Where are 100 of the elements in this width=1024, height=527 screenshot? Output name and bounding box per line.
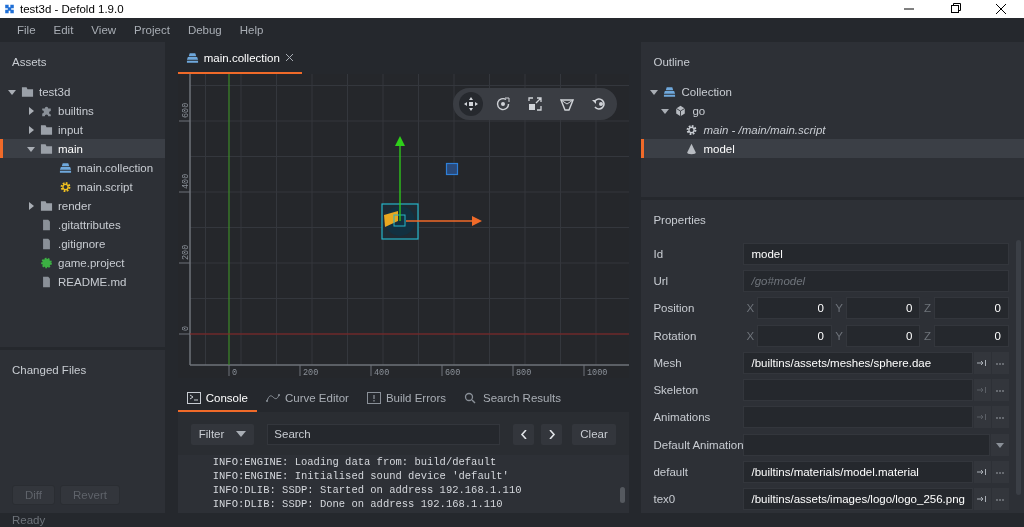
marker-square[interactable]	[445, 162, 458, 175]
gear-icon	[59, 180, 72, 193]
goto-button[interactable]	[974, 351, 991, 374]
goto-button[interactable]	[974, 461, 991, 483]
tree-item[interactable]: main	[0, 139, 166, 158]
clear-button[interactable]: Clear	[572, 424, 616, 445]
tree-label: Collection	[681, 85, 732, 98]
tree-item[interactable]: go	[641, 101, 1024, 120]
menu-item[interactable]: Help	[230, 24, 273, 36]
tree-label: .gitattributes	[58, 218, 121, 231]
browse-button[interactable]	[992, 488, 1009, 511]
tree-item[interactable]: game.project	[0, 253, 166, 272]
expand-arrow-icon[interactable]	[661, 106, 670, 115]
previous-button[interactable]	[513, 424, 535, 445]
menu-item[interactable]: Edit	[44, 24, 83, 36]
scene-viewport[interactable]: 0 200 400 600 800 1000 0 200 400 600	[177, 73, 629, 378]
ruler-label: 200	[302, 367, 319, 378]
close-icon[interactable]	[284, 53, 294, 62]
number-field[interactable]: 0	[934, 297, 1009, 320]
property-label: Mesh	[653, 356, 683, 369]
expand-arrow-icon[interactable]	[650, 87, 659, 96]
axis-label: Y	[834, 302, 844, 315]
tree-item[interactable]: input	[0, 120, 166, 139]
tree-label: builtins	[58, 104, 94, 117]
goto-icon	[977, 385, 988, 396]
number-field[interactable]: 0	[934, 324, 1009, 347]
text-field[interactable]: model	[743, 242, 1009, 265]
browse-button[interactable]	[992, 379, 1009, 402]
collapse-arrow-icon[interactable]	[27, 125, 35, 134]
number-field[interactable]: 0	[757, 324, 832, 347]
tree-item[interactable]: model	[641, 139, 1024, 158]
panel-tab[interactable]: Curve Editor	[256, 386, 358, 412]
property-label: Default Animation	[653, 438, 744, 451]
axis-label: Z	[922, 302, 932, 315]
path-field[interactable]: /builtins/materials/model.material	[743, 461, 973, 483]
axis-label: Z	[922, 329, 932, 342]
tree-item[interactable]: .gitattributes	[0, 215, 166, 234]
console-line: INFO:ENGINE: Loading data from: build/default	[212, 455, 497, 469]
file-icon	[40, 237, 53, 250]
tree-label: input	[58, 123, 83, 136]
path-field[interactable]: /builtins/assets/images/logo/logo_256.png	[743, 488, 973, 511]
panel-tab[interactable]: Build Errors	[357, 386, 455, 412]
expand-arrow-icon[interactable]	[27, 144, 35, 153]
expand-arrow-icon[interactable]	[8, 87, 16, 96]
menu-item[interactable]: Debug	[178, 24, 231, 36]
menu-item[interactable]: Project	[125, 24, 179, 36]
y-arrow[interactable]	[394, 135, 405, 222]
browse-button[interactable]	[992, 351, 1009, 374]
dropdown-button[interactable]	[991, 433, 1009, 456]
tree-label: main.collection	[77, 161, 154, 174]
ruler-label: 0	[231, 367, 237, 378]
property-label: Skeleton	[653, 384, 700, 397]
ruler-label: 1000	[586, 367, 608, 378]
file-icon	[40, 275, 53, 288]
scrollbar-thumb[interactable]	[619, 487, 625, 503]
folder-icon	[40, 142, 53, 155]
search-icon	[463, 392, 478, 405]
number-field[interactable]: 0	[845, 297, 921, 320]
menu-item[interactable]: File	[8, 24, 45, 36]
x-arrow[interactable]	[405, 215, 482, 226]
folder-icon	[21, 85, 34, 98]
number-field[interactable]: 0	[845, 324, 921, 347]
property-label: Url	[653, 274, 670, 287]
tree-item[interactable]: main - /main/main.script	[641, 120, 1024, 139]
filter-dropdown[interactable]: Filter	[190, 424, 255, 445]
ruler-label: 0	[180, 325, 191, 331]
collection-icon	[185, 51, 199, 64]
collapse-arrow-icon[interactable]	[27, 106, 35, 115]
tree-item[interactable]: Collection	[641, 82, 1024, 101]
tree-label: main.script	[77, 180, 133, 193]
model-drawing[interactable]	[381, 202, 419, 240]
curve-icon	[265, 392, 280, 405]
tree-label: README.md	[58, 275, 127, 288]
window-title: test3d - Defold 1.9.0	[20, 3, 124, 15]
next-button[interactable]	[541, 424, 563, 445]
goto-button[interactable]	[974, 488, 991, 511]
tree-item[interactable]: main.collection	[0, 158, 166, 177]
browse-button[interactable]	[992, 406, 1009, 429]
tree-item[interactable]: test3d	[0, 82, 166, 101]
tree-item[interactable]: main.script	[0, 177, 166, 196]
number-field[interactable]: 0	[757, 297, 832, 320]
collapse-arrow-icon[interactable]	[27, 201, 35, 210]
collection-icon	[59, 161, 72, 174]
tree-item[interactable]: README.md	[0, 272, 166, 291]
tree-item[interactable]: render	[0, 196, 166, 215]
cone-icon	[685, 142, 699, 155]
tree-item[interactable]: builtins	[0, 101, 166, 120]
panel-title: Changed Files	[11, 363, 88, 378]
panel-tab[interactable]: Search Results	[454, 386, 570, 412]
terminal-icon	[186, 392, 201, 405]
tree-label: .gitignore	[58, 237, 106, 250]
collection-icon	[663, 85, 677, 98]
property-label: Id	[653, 247, 665, 260]
tool-button[interactable]	[458, 91, 483, 116]
gear-icon	[685, 123, 699, 136]
tree-label: main - /main/main.script	[703, 123, 826, 136]
search-field[interactable]: Search	[267, 424, 501, 445]
path-field[interactable]: /builtins/assets/meshes/sphere.dae	[743, 351, 973, 374]
menu-item[interactable]: View	[82, 24, 126, 36]
tree-item[interactable]: .gitignore	[0, 234, 166, 253]
